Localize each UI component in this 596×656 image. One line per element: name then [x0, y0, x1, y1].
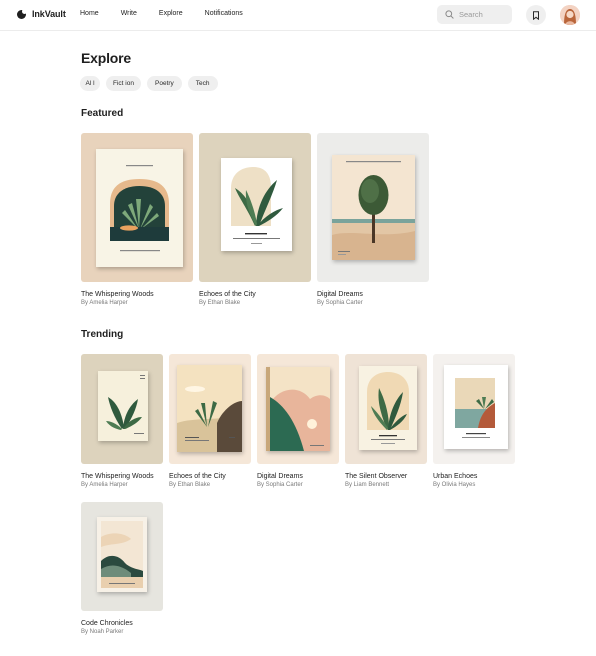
book-author: By Ethan Blake: [169, 482, 211, 488]
brand-name: InkVault: [32, 9, 66, 19]
book-title: The Whispering Woods: [81, 291, 154, 298]
trending-book-card[interactable]: Urban Echoes By Olivia Hayes: [433, 354, 515, 488]
bookmarks-button[interactable]: [526, 5, 546, 25]
book-title: The Whispering Woods: [81, 473, 154, 480]
featured-book-card[interactable]: Digital Dreams By Sophia Carter: [317, 133, 429, 306]
book-author: By Noah Parker: [81, 629, 124, 635]
search-icon: [445, 10, 454, 19]
book-title: Digital Dreams: [317, 291, 363, 298]
book-cover: [317, 133, 429, 282]
trending-book-card[interactable]: The Silent Observer By Liam Bennett: [345, 354, 427, 488]
book-author: By Amelia Harper: [81, 300, 128, 306]
category-filters: Al l Fict ion Poetry Tech: [80, 76, 218, 91]
brand-logo[interactable]: InkVault: [17, 8, 66, 19]
book-cover: [345, 354, 427, 464]
filter-chip-tech[interactable]: Tech: [187, 76, 218, 91]
book-cover: [433, 354, 515, 464]
nav-home[interactable]: Home: [80, 10, 99, 17]
filter-chip-fiction[interactable]: Fict ion: [106, 76, 141, 91]
book-author: By Olivia Hayes: [433, 482, 476, 488]
main-nav: Home Write Explore Notifications: [80, 10, 265, 17]
trending-book-card[interactable]: Code Chronicles By Noah Parker: [81, 502, 163, 635]
featured-heading: Featured: [81, 108, 124, 119]
book-cover: [169, 354, 251, 464]
filter-chip-poetry[interactable]: Poetry: [147, 76, 182, 91]
filter-chip-all[interactable]: Al l: [80, 76, 100, 91]
nav-explore[interactable]: Explore: [159, 10, 183, 17]
page-title: Explore: [81, 50, 131, 66]
book-title: Echoes of the City: [169, 473, 226, 480]
book-title: Code Chronicles: [81, 620, 133, 627]
featured-book-card[interactable]: The Whispering Woods By Amelia Harper: [81, 133, 193, 306]
user-avatar[interactable]: [560, 5, 580, 25]
book-author: By Sophia Carter: [257, 482, 303, 488]
book-author: By Ethan Blake: [199, 300, 241, 306]
bookmark-icon: [533, 10, 539, 20]
book-cover: [81, 354, 163, 464]
trending-book-card[interactable]: The Whispering Woods By Amelia Harper: [81, 354, 163, 488]
book-author: By Amelia Harper: [81, 482, 128, 488]
book-author: By Sophia Carter: [317, 300, 363, 306]
book-title: Urban Echoes: [433, 473, 478, 480]
top-navigation-bar: InkVault Home Write Explore Notification…: [0, 0, 596, 31]
trending-heading: Trending: [81, 329, 124, 340]
book-title: Digital Dreams: [257, 473, 303, 480]
nav-notifications[interactable]: Notifications: [205, 10, 243, 17]
trending-book-card[interactable]: Digital Dreams By Sophia Carter: [257, 354, 339, 488]
logo-icon: [17, 8, 27, 19]
book-title: Echoes of the City: [199, 291, 256, 298]
book-cover: [199, 133, 311, 282]
search-input[interactable]: [459, 10, 509, 19]
nav-write[interactable]: Write: [121, 10, 137, 17]
book-title: The Silent Observer: [345, 473, 408, 480]
featured-book-card[interactable]: Echoes of the City By Ethan Blake: [199, 133, 311, 306]
book-cover: [257, 354, 339, 464]
search-box[interactable]: [437, 5, 512, 24]
book-cover: [81, 133, 193, 282]
book-cover: [81, 502, 163, 611]
book-author: By Liam Bennett: [345, 482, 390, 488]
trending-book-card[interactable]: Echoes of the City By Ethan Blake: [169, 354, 251, 488]
